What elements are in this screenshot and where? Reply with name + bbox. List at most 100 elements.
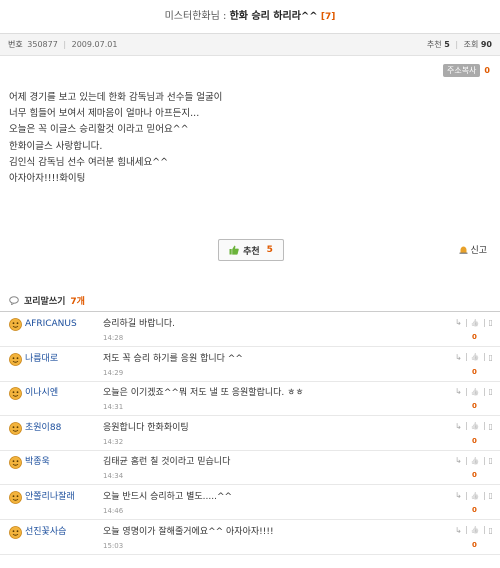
comment-actions: ↳ 👍 ▯ bbox=[455, 456, 493, 465]
action-divider bbox=[465, 491, 467, 500]
post-body: 어제 경기를 보고 있는데 한화 감독님과 선수들 얼굴이 너무 힘들어 보여서… bbox=[9, 90, 489, 187]
comment-time: 14:31 bbox=[103, 403, 124, 412]
comment-time: 14:34 bbox=[103, 472, 124, 481]
thumbs-up-icon bbox=[229, 245, 239, 255]
comment-text: 승리하길 바랍니다. bbox=[103, 319, 175, 329]
comment-time: 14:46 bbox=[103, 507, 124, 515]
comment-time: 15:03 bbox=[103, 541, 124, 550]
comments-count: 7개 bbox=[70, 297, 85, 307]
comment-actions: ↳ 👍 ▯ bbox=[455, 318, 493, 327]
address-copy: 주소복사 0 bbox=[442, 64, 490, 77]
comments-header: 꼬리말쓰기 7개 bbox=[9, 294, 85, 307]
post-line: 어제 경기를 보고 있는데 한화 감독님과 선수들 얼굴이 bbox=[9, 92, 223, 103]
document-icon[interactable]: ▯ bbox=[489, 491, 493, 500]
comment-author[interactable]: 나름대로 bbox=[25, 353, 58, 366]
document-icon[interactable]: ▯ bbox=[489, 387, 493, 396]
comment-row: 나름대로 저도 꼭 승리 하기를 응원 합니다 ^^ 14:29 ↳ 👍 ▯ 0 bbox=[0, 348, 500, 382]
avatar-icon bbox=[9, 421, 22, 435]
reply-icon[interactable]: ↳ bbox=[455, 387, 462, 396]
comment-author[interactable]: 초원이88 bbox=[25, 422, 61, 435]
post-meta-bar: 번호 350877 | 2009.07.01 추천 5 | 조회 90 bbox=[0, 34, 500, 56]
avatar-icon bbox=[9, 352, 22, 366]
comment-vote-count: 0 bbox=[472, 402, 477, 411]
comment-actions: ↳ 👍 ▯ bbox=[455, 353, 493, 362]
post-subject: 한화 승리 하리라^^ bbox=[229, 11, 318, 22]
reply-icon[interactable]: ↳ bbox=[455, 491, 462, 500]
reply-icon[interactable]: ↳ bbox=[455, 422, 462, 431]
thumbs-up-icon[interactable]: 👍 bbox=[471, 457, 480, 465]
address-copy-count: 0 bbox=[484, 66, 490, 75]
avatar-icon bbox=[9, 387, 22, 401]
reply-icon[interactable]: ↳ bbox=[455, 526, 462, 535]
post-date: 2009.07.01 bbox=[71, 40, 118, 49]
comment-text: 오늘 영명이가 잘해줄거에요^^ 아자아자!!!! bbox=[103, 526, 274, 537]
reply-icon[interactable]: ↳ bbox=[455, 353, 462, 362]
post-title-bar: 미스터한화님 : 한화 승리 하리라^^ [7] bbox=[0, 0, 500, 34]
comment-time: 14:29 bbox=[103, 368, 124, 377]
thumbs-up-icon[interactable]: 👍 bbox=[471, 422, 480, 430]
action-divider bbox=[465, 353, 467, 362]
speech-bubble-icon bbox=[9, 296, 19, 305]
report-label: 신고 bbox=[470, 246, 487, 256]
comment-time: 14:32 bbox=[103, 437, 124, 446]
comment-author[interactable]: 이나시엔 bbox=[25, 387, 58, 400]
post-line: 김인식 감독님 선수 여러분 힘내세요^^ bbox=[9, 156, 169, 168]
post-stats: 추천 5 | 조회 90 bbox=[427, 34, 492, 56]
comment-author[interactable]: 선진꽃사슴 bbox=[25, 526, 66, 539]
post-line: 한화이글스 사랑합니다. bbox=[9, 140, 103, 152]
comment-row: 이나시엔 오늘은 이기겠죠^^뭐 저도 낼 또 응원할랍니다. ㅎㅎ 14:31 ↳ 👍… bbox=[0, 382, 500, 417]
document-icon[interactable]: ▯ bbox=[489, 456, 493, 465]
action-divider bbox=[465, 456, 467, 465]
action-divider bbox=[483, 491, 485, 500]
report-link[interactable]: 신고 bbox=[459, 243, 487, 256]
comment-vote-count: 0 bbox=[472, 506, 477, 514]
action-divider bbox=[483, 353, 485, 362]
document-icon[interactable]: ▯ bbox=[489, 353, 493, 362]
comment-actions: ↳ 👍 ▯ bbox=[455, 422, 493, 431]
views-count: 90 bbox=[480, 40, 492, 49]
address-copy-button[interactable]: 주소복사 bbox=[442, 64, 481, 77]
comment-actions: ↳ 👍 ▯ bbox=[455, 491, 493, 500]
thumbs-up-icon[interactable]: 👍 bbox=[471, 353, 480, 361]
post-number: 350877 bbox=[27, 40, 58, 49]
thumbs-up-icon[interactable]: 👍 bbox=[471, 492, 480, 500]
siren-icon bbox=[459, 246, 468, 254]
comment-text: 오늘은 이기겠죠^^뭐 저도 낼 또 응원할랍니다. ㅎㅎ bbox=[103, 388, 304, 399]
comments-title[interactable]: 꼬리말쓰기 bbox=[24, 294, 65, 307]
thumbs-up-icon[interactable]: 👍 bbox=[471, 388, 480, 396]
comment-row: AFRICANUS 승리하길 바랍니다. 14:28 ↳ 👍 ▯ 0 bbox=[0, 313, 500, 347]
avatar-icon bbox=[9, 318, 22, 331]
avatar-icon bbox=[9, 525, 22, 539]
action-divider bbox=[465, 422, 467, 431]
meta-divider: | bbox=[63, 40, 67, 49]
views-label: 조회 bbox=[463, 40, 479, 49]
action-divider bbox=[465, 387, 467, 396]
comment-row: 선진꽃사슴 오늘 영명이가 잘해줄거에요^^ 아자아자!!!! 15:03 ↳ 👍 ▯ 0 bbox=[0, 521, 500, 555]
action-divider bbox=[483, 456, 485, 465]
document-icon[interactable]: ▯ bbox=[489, 422, 493, 431]
action-divider bbox=[465, 526, 467, 535]
comment-vote-count: 0 bbox=[472, 367, 477, 376]
comment-actions: ↳ 👍 ▯ bbox=[455, 526, 493, 535]
action-divider bbox=[483, 526, 485, 535]
board-name[interactable]: 미스터한화님 bbox=[165, 11, 220, 22]
reply-icon[interactable]: ↳ bbox=[455, 456, 462, 465]
recommend-label: 추천 bbox=[426, 40, 442, 49]
document-icon[interactable]: ▯ bbox=[489, 318, 493, 327]
comment-text: 김태균 홈런 칠 것이라고 믿습니다 bbox=[103, 457, 231, 468]
comment-author[interactable]: AFRICANUS bbox=[25, 318, 77, 331]
thumbs-up-icon[interactable]: 👍 bbox=[471, 319, 480, 327]
thumbs-up-icon[interactable]: 👍 bbox=[471, 526, 480, 534]
recommend-button[interactable]: 추천 5 bbox=[218, 239, 284, 261]
reply-icon[interactable]: ↳ bbox=[455, 318, 462, 327]
title-separator: : bbox=[223, 11, 227, 22]
action-divider bbox=[483, 422, 485, 431]
comment-actions: ↳ 👍 ▯ bbox=[455, 387, 493, 396]
post-line: 너무 힘들어 보여서 제마음이 얼마나 아프든지... bbox=[9, 108, 200, 120]
document-icon[interactable]: ▯ bbox=[489, 526, 493, 535]
comment-vote-count: 0 bbox=[472, 540, 477, 549]
comment-vote-count: 0 bbox=[472, 333, 477, 341]
comment-text: 저도 꼭 승리 하기를 응원 합니다 ^^ bbox=[103, 353, 243, 364]
comment-author[interactable]: 안쫄리나잘래 bbox=[25, 491, 75, 504]
comment-author[interactable]: 박종욱 bbox=[25, 456, 50, 469]
